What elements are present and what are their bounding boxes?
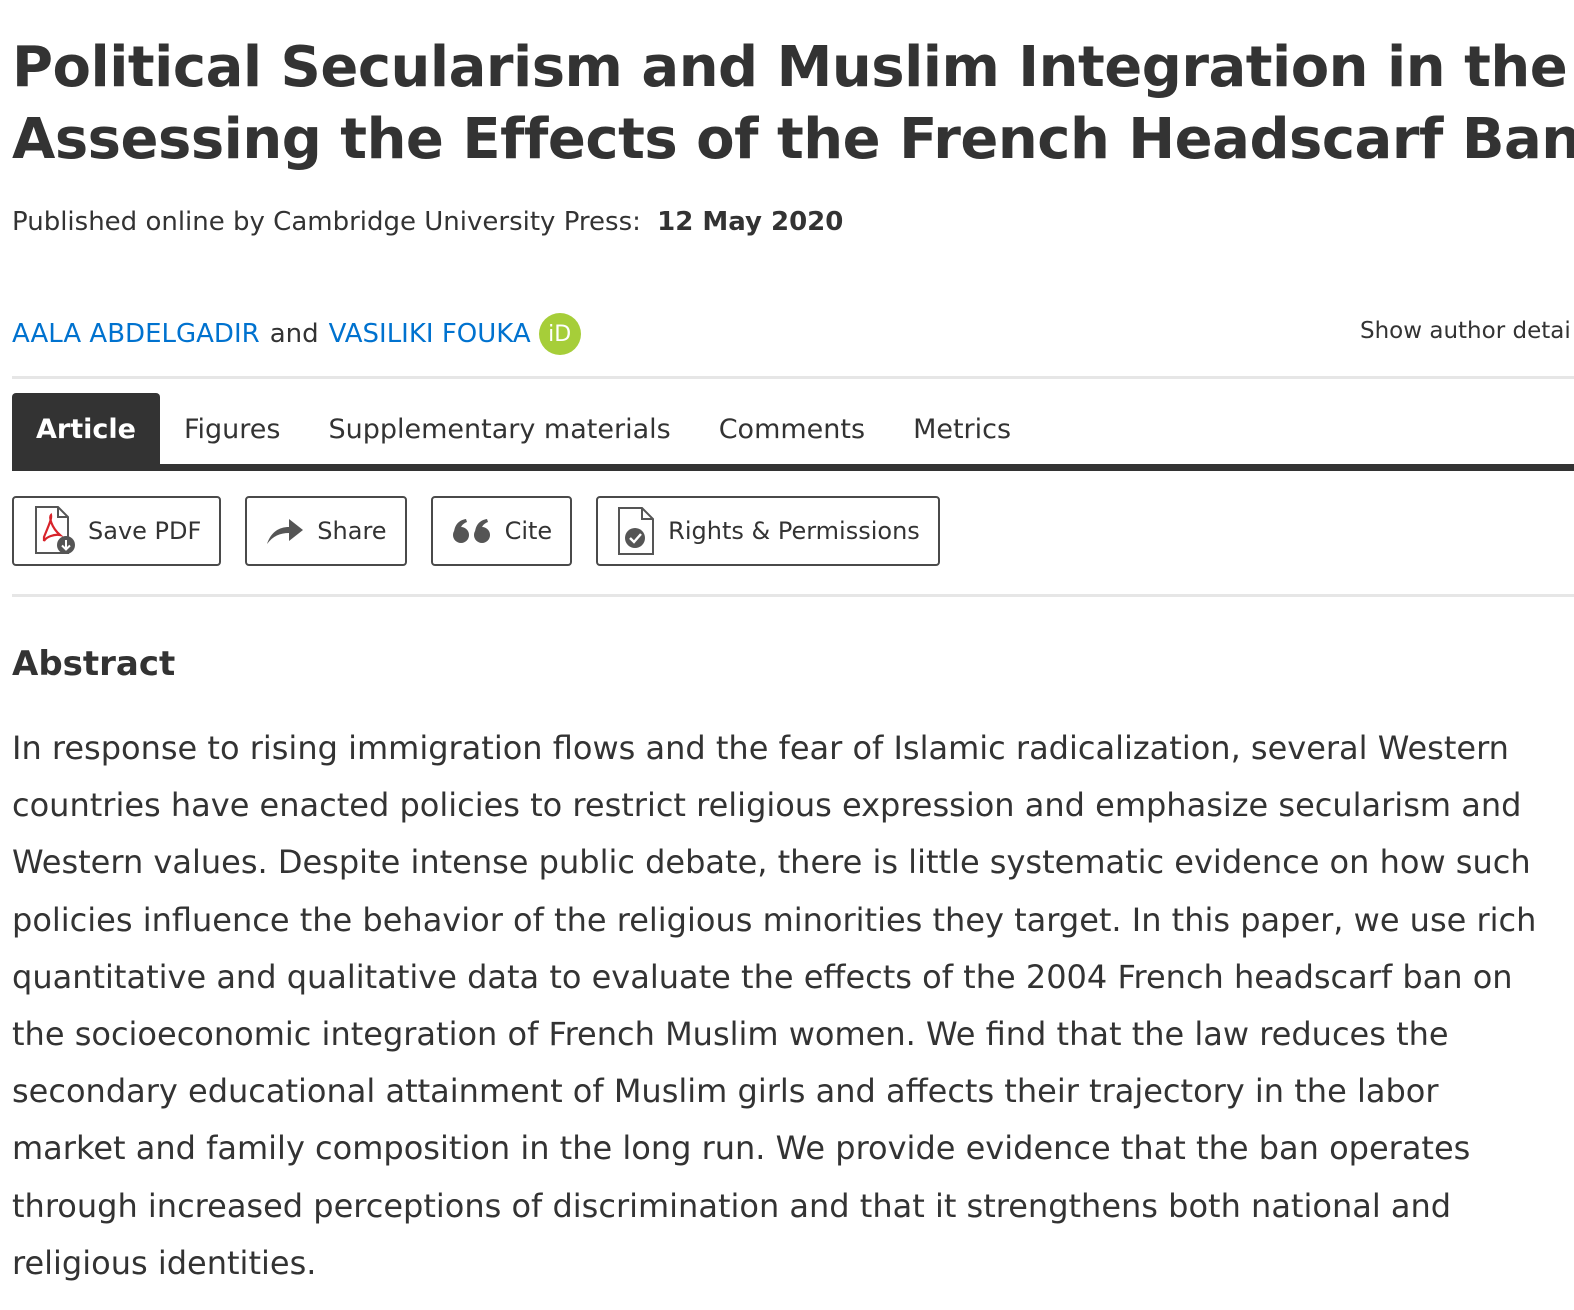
article-tabs: Article Figures Supplementary materials … [12, 393, 1035, 465]
tab-figures[interactable]: Figures [160, 393, 305, 465]
orcid-icon[interactable]: iD [538, 313, 581, 355]
save-pdf-button[interactable]: Save PDF [12, 496, 222, 566]
article-title-line-1: Political Secularism and Muslim Integrat… [12, 35, 1574, 100]
abstract-line: religious identities. [12, 1243, 317, 1282]
abstract-line: quantitative and qualitative data to eva… [12, 957, 1513, 996]
abstract-line: secondary educational attainment of Musl… [12, 1072, 1439, 1111]
tab-article[interactable]: Article [12, 393, 160, 465]
abstract-heading: Abstract [12, 644, 176, 684]
author-conjunction: and [269, 319, 319, 349]
abstract-line: countries have enacted policies to restr… [12, 786, 1522, 825]
published-label: Published online by Cambridge University… [12, 207, 641, 237]
article-title-line-2: Assessing the Effects of the French Head… [12, 107, 1574, 172]
tab-metrics[interactable]: Metrics [889, 393, 1035, 465]
abstract-line: the socioeconomic integration of French … [12, 1015, 1449, 1054]
abstract-line: through increased perceptions of discrim… [12, 1186, 1452, 1225]
rights-permissions-label: Rights & Permissions [668, 517, 920, 545]
share-label: Share [317, 517, 387, 545]
quote-icon [451, 517, 493, 545]
tabs-underline [12, 464, 1574, 471]
author-link-abdelgadir[interactable]: AALA ABDELGADIR [12, 319, 260, 349]
save-pdf-label: Save PDF [88, 517, 202, 545]
article-page: Political Secularism and Muslim Integrat… [12, 0, 1574, 1310]
tab-comments[interactable]: Comments [695, 393, 889, 465]
abstract-line: Western values. Despite intense public d… [12, 843, 1531, 882]
article-title: Political Secularism and Muslim Integrat… [12, 32, 1574, 176]
author-list: AALA ABDELGADIR and VASILIKI FOUKA iD [12, 313, 581, 355]
abstract-line: policies influence the behavior of the r… [12, 900, 1537, 939]
author-link-fouka[interactable]: VASILIKI FOUKA [329, 319, 531, 349]
rights-document-check-icon [616, 506, 656, 556]
published-date: 12 May 2020 [657, 207, 844, 237]
tab-supplementary-materials[interactable]: Supplementary materials [304, 393, 694, 465]
divider-top [12, 376, 1574, 379]
cite-button[interactable]: Cite [430, 496, 573, 566]
abstract-text: In response to rising immigration flows … [12, 720, 1574, 1292]
publication-info: Published online by Cambridge University… [12, 205, 843, 239]
share-arrow-icon [265, 516, 305, 546]
cite-label: Cite [504, 517, 553, 545]
rights-permissions-button[interactable]: Rights & Permissions [596, 496, 940, 566]
share-button[interactable]: Share [245, 496, 407, 566]
abstract-line: market and family composition in the lon… [12, 1129, 1471, 1168]
abstract-line: In response to rising immigration flows … [12, 729, 1509, 767]
divider-bottom [12, 594, 1574, 597]
pdf-download-icon [32, 505, 76, 557]
article-toolbar: Save PDF Share Cite Rights & Permissions [12, 496, 940, 566]
show-author-details-link[interactable]: Show author detai [1360, 318, 1571, 344]
